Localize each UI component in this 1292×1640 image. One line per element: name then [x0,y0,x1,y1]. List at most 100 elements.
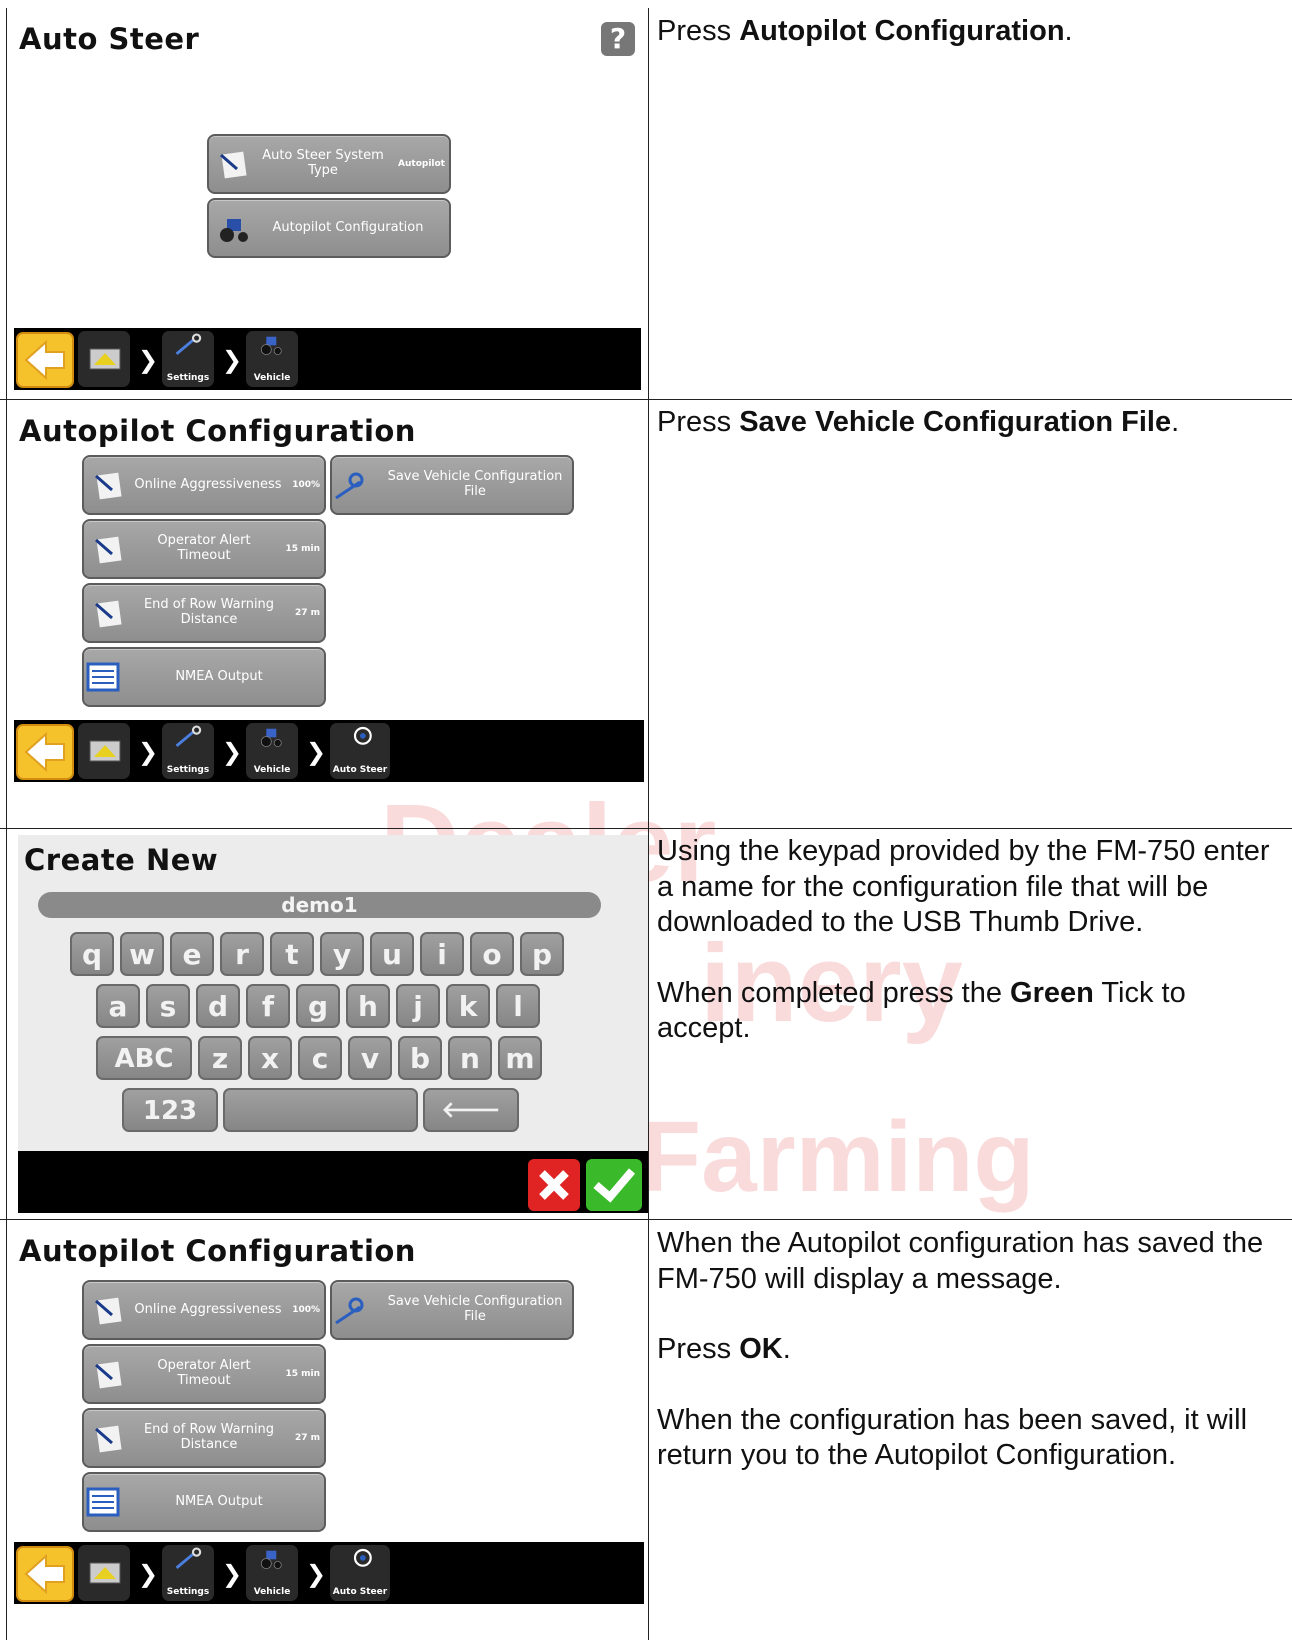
steering-wheel-icon [353,726,372,745]
key-t[interactable]: t [270,932,314,976]
breadcrumb-settings[interactable]: Settings [162,331,214,387]
key-f[interactable]: f [246,984,290,1028]
breadcrumb-vehicle[interactable]: Vehicle [246,1545,298,1601]
key-u[interactable]: u [370,932,414,976]
key-x[interactable]: x [248,1036,292,1080]
key-b[interactable]: b [398,1036,442,1080]
step-instruction: Using the keypad provided by the FM-750 … [657,834,1287,1082]
back-arrow-button[interactable] [16,724,74,780]
key-m[interactable]: m [498,1036,542,1080]
breadcrumb-auto-steer[interactable]: Auto Steer [330,723,390,779]
end-of-row-warning-distance-button[interactable]: End of Row Warning Distance 27 m [82,1408,326,1468]
online-aggressiveness-button[interactable]: Online Aggressiveness 100% [82,455,326,515]
key-v[interactable]: v [348,1036,392,1080]
key-c[interactable]: c [298,1036,342,1080]
breadcrumb-vehicle[interactable]: Vehicle [246,723,298,779]
breadcrumb-settings[interactable]: Settings [162,1545,214,1601]
key-d[interactable]: d [196,984,240,1028]
back-arrow-icon [24,339,65,381]
key-o[interactable]: o [470,932,514,976]
save-vehicle-configuration-file-button[interactable]: Save Vehicle Configuration File [330,455,574,515]
list-icon [86,662,120,692]
breadcrumb-separator-icon: ❯ [138,346,159,374]
step-4-paragraph: When the Autopilot configuration has sav… [657,1227,1264,1295]
end-of-row-warning-distance-value: 27 m [294,608,320,618]
online-aggressiveness-button[interactable]: Online Aggressiveness 100% [82,1280,326,1340]
tractor-icon [220,219,248,242]
save-vehicle-configuration-file-button[interactable]: Save Vehicle Configuration File [330,1280,574,1340]
breadcrumb-settings[interactable]: Settings [162,723,214,779]
key-z[interactable]: z [198,1036,242,1080]
step-instruction: When the Autopilot configuration has sav… [657,1226,1287,1509]
breadcrumb-vehicle[interactable]: Vehicle [246,331,298,387]
breadcrumb-separator-icon: ❯ [222,1560,243,1588]
breadcrumb-settings-label: Settings [166,1587,210,1597]
home-screen-button[interactable] [78,723,130,779]
create-new-screen: Create New demo1 q w e r t y u i o p a s d f g h j k l ABC z… [18,835,648,1213]
home-screen-button[interactable] [78,331,130,387]
back-arrow-icon [24,1553,65,1595]
emphasis-ok: OK [739,1333,783,1365]
operator-alert-timeout-button[interactable]: Operator Alert Timeout 15 min [82,519,326,579]
help-button[interactable]: ? [601,22,635,56]
nmea-output-button[interactable]: NMEA Output [82,647,326,707]
accept-button[interactable] [586,1159,642,1211]
autopilot-configuration-button[interactable]: Autopilot Configuration [207,198,451,258]
breadcrumb-bar: ❯ Settings ❯ Vehicle [14,328,641,390]
wrench-document-icon [95,600,122,628]
gears-wand-icon [335,1297,364,1325]
key-a[interactable]: a [96,984,140,1028]
nmea-output-label: NMEA Output [175,669,263,684]
end-of-row-warning-distance-label: End of Row Warning Distance [143,597,275,627]
online-aggressiveness-value: 100% [292,1305,320,1315]
page-title: Autopilot Configuration [19,414,416,448]
end-of-row-warning-distance-button[interactable]: End of Row Warning Distance 27 m [82,583,326,643]
key-i[interactable]: i [420,932,464,976]
back-arrow-button[interactable] [16,332,74,388]
breadcrumb-settings-label: Settings [166,373,210,383]
nmea-output-button[interactable]: NMEA Output [82,1472,326,1532]
breadcrumb-vehicle-label: Vehicle [253,1587,291,1597]
operator-alert-timeout-button[interactable]: Operator Alert Timeout 15 min [82,1344,326,1404]
key-k[interactable]: k [446,984,490,1028]
save-vehicle-configuration-file-label: Save Vehicle Configuration File [387,469,563,499]
home-screen-button[interactable] [78,1545,130,1601]
page-title: Create New [24,843,219,877]
cancel-button[interactable] [528,1159,580,1211]
key-s[interactable]: s [146,984,190,1028]
key-w[interactable]: w [120,932,164,976]
back-arrow-button[interactable] [16,1546,74,1602]
filename-input[interactable]: demo1 [38,892,601,918]
key-space[interactable] [223,1088,418,1132]
key-y[interactable]: y [320,932,364,976]
breadcrumb-bar: ❯ Settings ❯ Vehicle ❯ Auto Steer [14,1542,644,1604]
key-h[interactable]: h [346,984,390,1028]
key-e[interactable]: e [170,932,214,976]
cross-icon [539,1170,569,1200]
display-icon [89,348,121,370]
step-instruction: Press Save Vehicle Configuration File. [657,405,1287,441]
key-123[interactable]: 123 [122,1088,218,1132]
autopilot-configuration-label: Autopilot Configuration [272,220,424,235]
key-r[interactable]: r [220,932,264,976]
wrench-icon [175,333,202,355]
breadcrumb-bar: ❯ Settings ❯ Vehicle ❯ Auto Steer [14,720,644,782]
operator-alert-timeout-value: 15 min [285,1369,320,1379]
key-q[interactable]: q [70,932,114,976]
auto-steer-screen: Auto Steer ? Auto Steer System Type Auto… [7,8,641,394]
text-run: When completed press the [657,976,1011,1009]
key-backspace[interactable]: 🡐 [423,1088,519,1132]
key-j[interactable]: j [396,984,440,1028]
breadcrumb-auto-steer[interactable]: Auto Steer [330,1545,390,1601]
breadcrumb-settings-label: Settings [166,765,210,775]
step-instruction: Press Autopilot Configuration. [657,14,1287,50]
breadcrumb-separator-icon: ❯ [138,1560,159,1588]
key-l[interactable]: l [496,984,540,1028]
key-abc[interactable]: ABC [96,1036,192,1080]
page-title: Auto Steer [19,22,200,56]
auto-steer-system-type-button[interactable]: Auto Steer System Type Autopilot [207,134,451,194]
key-g[interactable]: g [296,984,340,1028]
key-p[interactable]: p [520,932,564,976]
online-aggressiveness-label: Online Aggressiveness [134,1302,282,1317]
key-n[interactable]: n [448,1036,492,1080]
